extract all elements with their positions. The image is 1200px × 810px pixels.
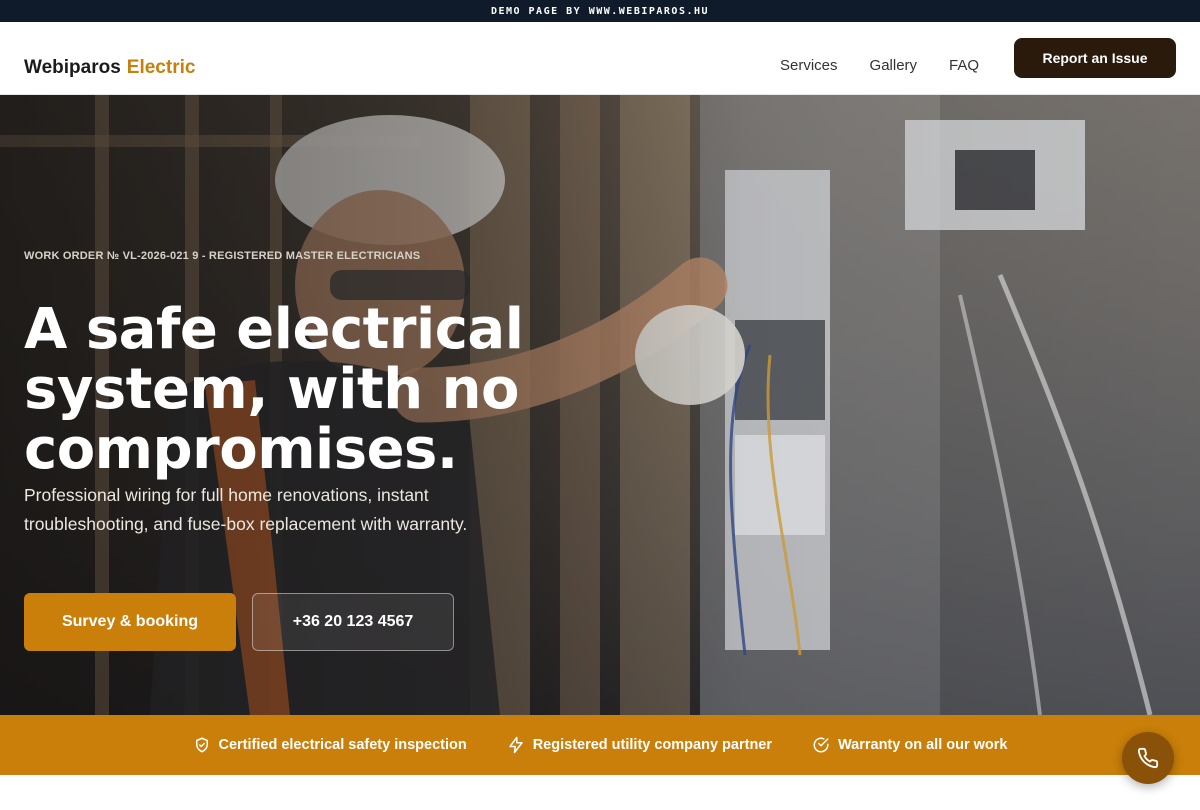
logo-accent: Electric — [126, 57, 196, 78]
demo-banner: DEMO PAGE BY WWW.WEBIPAROS.HU — [0, 0, 1200, 22]
hero-subline: Professional wiring for full home renova… — [24, 485, 468, 534]
phone-icon — [1137, 747, 1159, 769]
site-header: Webiparos Electric Services Gallery FAQ … — [0, 22, 1200, 95]
hero-section: WORK ORDER № VL-2026-021 9 - REGISTERED … — [0, 95, 1200, 715]
main-nav: Services Gallery FAQ — [780, 57, 979, 74]
trust-label: Warranty on all our work — [838, 737, 1008, 753]
lightning-icon — [508, 736, 523, 754]
nav-link-services[interactable]: Services — [780, 57, 838, 74]
survey-booking-button[interactable]: Survey & booking — [24, 593, 236, 651]
call-floating-button[interactable] — [1122, 732, 1174, 784]
demo-banner-text: DEMO PAGE BY WWW.WEBIPAROS.HU — [490, 5, 710, 17]
trust-label: Registered utility company partner — [532, 737, 773, 753]
trust-item-utility: Registered utility company partner — [507, 736, 772, 754]
hero-eyebrow: WORK ORDER № VL-2026-021 9 - REGISTERED … — [24, 250, 421, 262]
site-logo[interactable]: Webiparos Electric — [24, 57, 195, 79]
logo-name: Webiparos — [24, 57, 121, 78]
nav-link-gallery[interactable]: Gallery — [870, 57, 918, 74]
phone-button[interactable]: +36 20 123 4567 — [252, 593, 454, 651]
trust-label: Certified electrical safety inspection — [218, 737, 467, 753]
trust-bar: Certified electrical safety inspection R… — [0, 715, 1200, 775]
hero-headline: A safe electrical system, with no compro… — [24, 297, 524, 482]
nav-link-faq[interactable]: FAQ — [949, 57, 979, 74]
report-issue-button[interactable]: Report an Issue — [1014, 38, 1176, 78]
check-circle-icon — [813, 737, 829, 753]
trust-item-warranty: Warranty on all our work — [812, 736, 1007, 754]
trust-item-inspection: Certified electrical safety inspection — [193, 736, 467, 754]
shield-check-icon — [195, 737, 208, 753]
